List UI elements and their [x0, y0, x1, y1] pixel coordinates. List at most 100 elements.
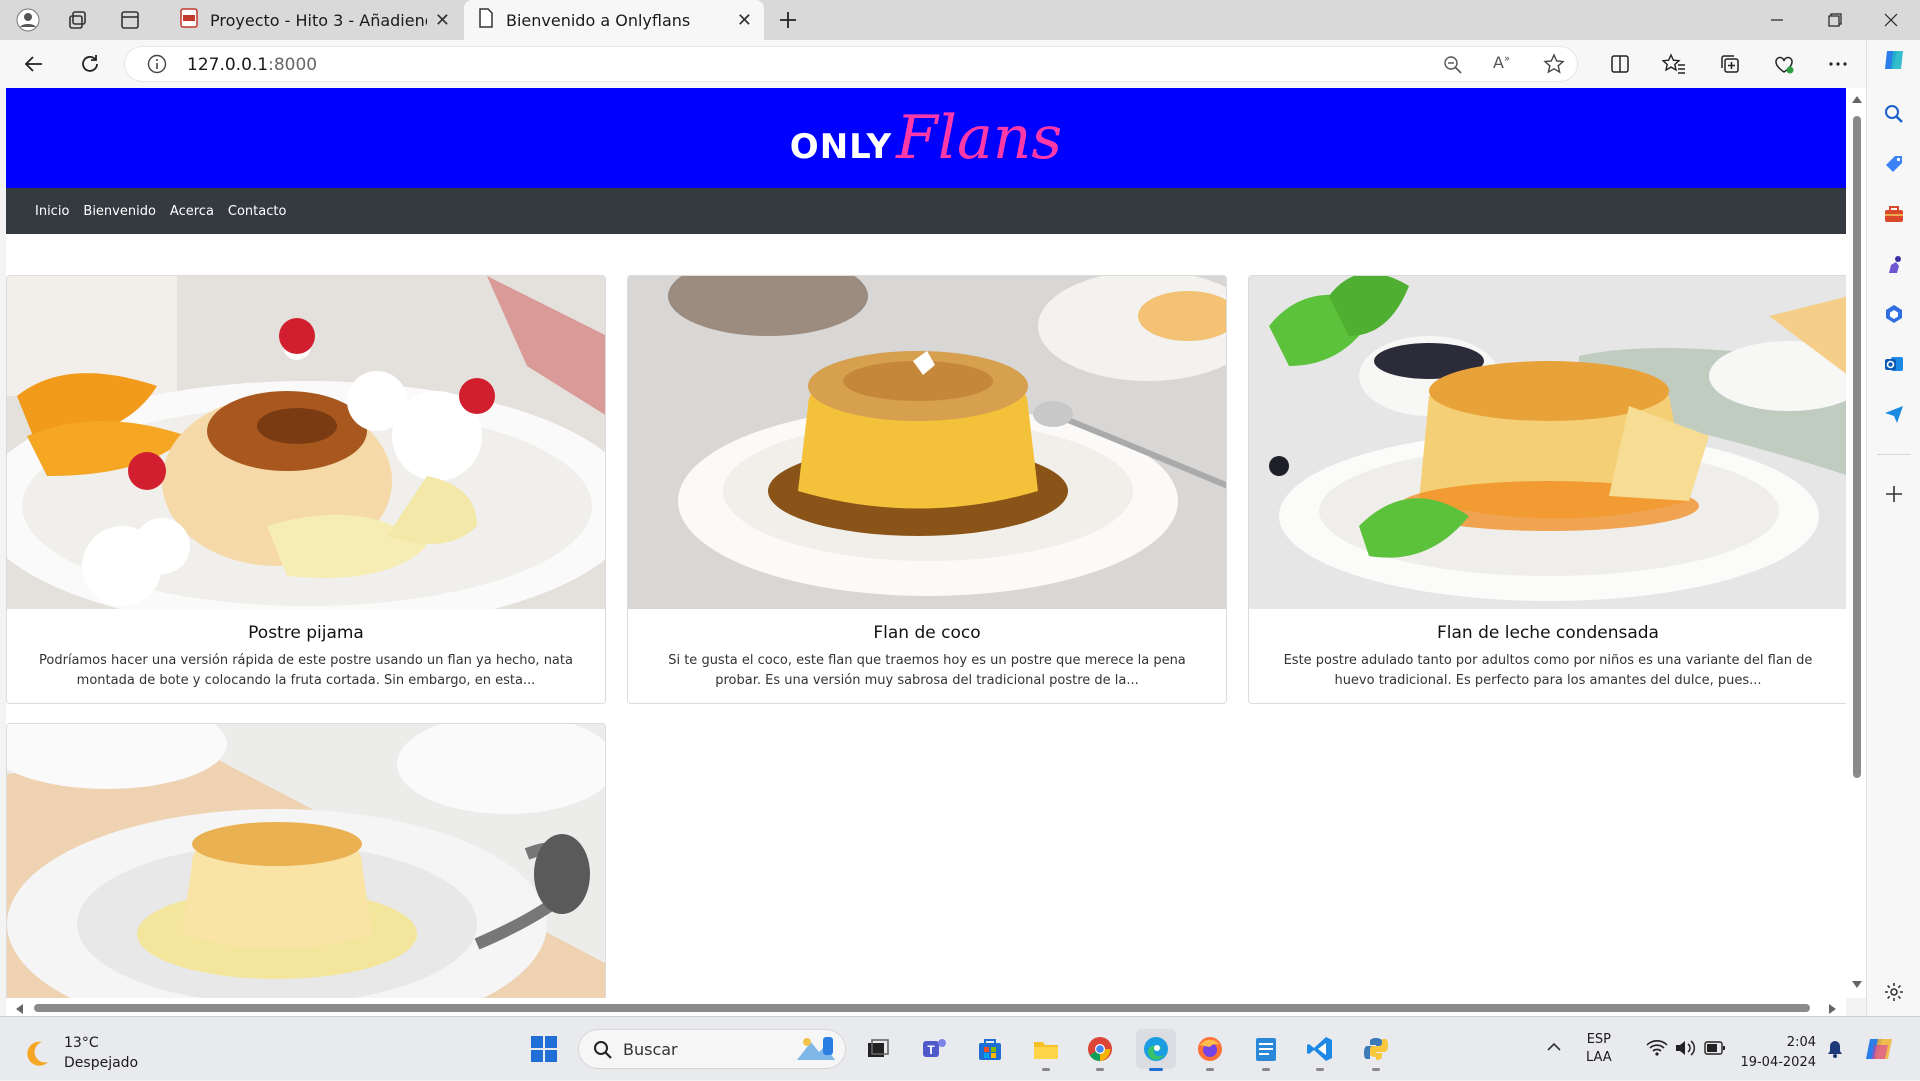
collections-icon[interactable] [1714, 48, 1746, 80]
scroll-down-icon[interactable] [1851, 980, 1863, 990]
moon-icon [27, 1041, 48, 1066]
wifi-icon[interactable] [1646, 1039, 1668, 1057]
profile-icon[interactable] [12, 4, 44, 36]
notification-bell-icon[interactable] [1826, 1039, 1844, 1059]
file-explorer-icon[interactable] [1026, 1029, 1066, 1071]
microsoft365-icon[interactable] [1880, 300, 1908, 328]
nav-acerca[interactable]: Acerca [170, 204, 214, 219]
edge-icon[interactable] [1136, 1029, 1176, 1071]
new-tab-icon[interactable] [772, 4, 804, 36]
card-image-flan-4 [7, 724, 605, 998]
tab-onlyflans[interactable]: Bienvenido a Onlyflans ✕ [464, 0, 764, 40]
copilot-preview-icon[interactable] [1864, 1033, 1896, 1065]
info-icon[interactable] [147, 54, 167, 78]
tab-actions-icon[interactable] [114, 4, 146, 36]
close-icon[interactable]: ✕ [737, 10, 752, 31]
horizontal-scroll-thumb[interactable] [34, 1004, 1810, 1012]
card-flan-4[interactable] [6, 723, 606, 998]
card-image-flan-leche-condensada [1249, 276, 1846, 609]
nav-contacto[interactable]: Contacto [228, 204, 287, 219]
games-icon[interactable] [1880, 250, 1908, 278]
scroll-right-icon[interactable] [1828, 1003, 1838, 1015]
vscode-icon[interactable] [1300, 1029, 1340, 1071]
workspaces-icon[interactable] [62, 4, 94, 36]
split-screen-icon[interactable] [1604, 48, 1636, 80]
address-bar[interactable]: 127.0.0.1:8000 A» [124, 46, 1578, 82]
weather-temp: 13°C [64, 1035, 99, 1051]
task-view-icon[interactable] [858, 1029, 898, 1069]
back-icon[interactable] [18, 48, 50, 80]
browser-toolbar: 127.0.0.1:8000 A» [0, 40, 1920, 88]
chevron-up-icon[interactable] [1546, 1041, 1562, 1053]
start-button-icon[interactable] [524, 1029, 564, 1069]
firefox-icon[interactable] [1190, 1029, 1230, 1071]
site-logo[interactable]: ONLY Flans [790, 103, 1062, 173]
tab-title: Bienvenido a Onlyflans [506, 10, 691, 30]
restore-icon[interactable] [1806, 0, 1864, 40]
nav-inicio[interactable]: Inicio [35, 204, 69, 219]
search-highlight-icon [797, 1037, 835, 1060]
outlook-icon[interactable] [1880, 350, 1908, 378]
card-description: Podríamos hacer una versión rápida de es… [39, 653, 573, 688]
sidebar-divider [1877, 454, 1911, 455]
page-icon [478, 8, 494, 32]
close-icon[interactable]: ✕ [435, 10, 450, 31]
favorite-star-icon[interactable] [1543, 53, 1565, 79]
settings-gear-icon[interactable] [1880, 978, 1908, 1006]
clock[interactable]: 2:04 19-04-2024 [1738, 1033, 1816, 1073]
search-icon[interactable] [1880, 100, 1908, 128]
browser-tab-strip: Proyecto - Hito 3 - Añadiendo in ✕ Bienv… [0, 0, 1920, 40]
clock-time: 2:04 [1786, 1035, 1816, 1050]
card-flan-de-coco[interactable]: Flan de coco Si te gusta el coco, este f… [627, 275, 1227, 704]
vertical-scrollbar[interactable] [1846, 88, 1866, 998]
python-app-icon[interactable] [1356, 1029, 1396, 1071]
send-icon[interactable] [1880, 400, 1908, 428]
chrome-icon[interactable] [1080, 1029, 1120, 1071]
card-postre-pijama[interactable]: Postre pijama Podríamos hacer una versió… [6, 275, 606, 704]
card-description: Si te gusta el coco, este flan que traem… [668, 653, 1186, 688]
horizontal-scrollbar[interactable] [6, 998, 1846, 1018]
card-title: Flan de leche condensada [1437, 623, 1659, 643]
card-image-flan-de-coco [628, 276, 1226, 609]
read-aloud-icon[interactable]: A» [1493, 53, 1510, 72]
nav-bienvenido[interactable]: Bienvenido [83, 204, 156, 219]
add-icon[interactable] [1880, 480, 1908, 508]
zoom-out-icon[interactable] [1443, 55, 1463, 79]
close-window-icon[interactable] [1862, 0, 1920, 40]
browser-essentials-icon[interactable] [1768, 48, 1800, 80]
copilot-icon[interactable] [1880, 46, 1908, 74]
search-placeholder: Buscar [623, 1040, 678, 1059]
card-title: Postre pijama [248, 623, 364, 643]
card-flan-de-leche-condensada[interactable]: Flan de leche condensada Este postre adu… [1248, 275, 1846, 704]
site-navbar: Inicio Bienvenido Acerca Contacto [6, 188, 1846, 234]
volume-icon[interactable] [1674, 1039, 1696, 1057]
more-options-icon[interactable] [1822, 48, 1854, 80]
minimize-icon[interactable] [1748, 0, 1806, 40]
scroll-up-icon[interactable] [1851, 94, 1863, 104]
teams-icon[interactable]: T [914, 1029, 954, 1069]
url-text[interactable]: 127.0.0.1:8000 [187, 55, 317, 75]
svg-text:T: T [927, 1043, 935, 1057]
store-icon[interactable] [970, 1029, 1010, 1069]
tools-icon[interactable] [1880, 200, 1908, 228]
site-header: ONLY Flans [6, 88, 1846, 188]
vertical-scroll-thumb[interactable] [1853, 116, 1861, 778]
weather-condition: Despejado [64, 1055, 139, 1071]
card-image-postre-pijama [7, 276, 605, 609]
logo-only: ONLY [789, 127, 893, 167]
tab-proyecto[interactable]: Proyecto - Hito 3 - Añadiendo in ✕ [166, 0, 462, 40]
shopping-tag-icon[interactable] [1880, 150, 1908, 178]
language-indicator[interactable]: ESP LAA [1586, 1031, 1612, 1067]
favorites-icon[interactable] [1658, 48, 1690, 80]
edge-sidebar [1866, 40, 1920, 1016]
battery-icon[interactable] [1704, 1041, 1726, 1055]
scroll-left-icon[interactable] [14, 1003, 24, 1015]
refresh-icon[interactable] [74, 48, 106, 80]
pdf-icon [180, 8, 198, 32]
taskbar-search[interactable]: Buscar [578, 1029, 846, 1069]
card-title: Flan de coco [873, 623, 981, 643]
tab-title: Proyecto - Hito 3 - Añadiendo in [210, 10, 427, 30]
notepad-icon[interactable] [1246, 1029, 1286, 1071]
weather-widget[interactable]: 13°C Despejado [22, 1033, 138, 1073]
lang-code: ESP [1586, 1032, 1611, 1047]
